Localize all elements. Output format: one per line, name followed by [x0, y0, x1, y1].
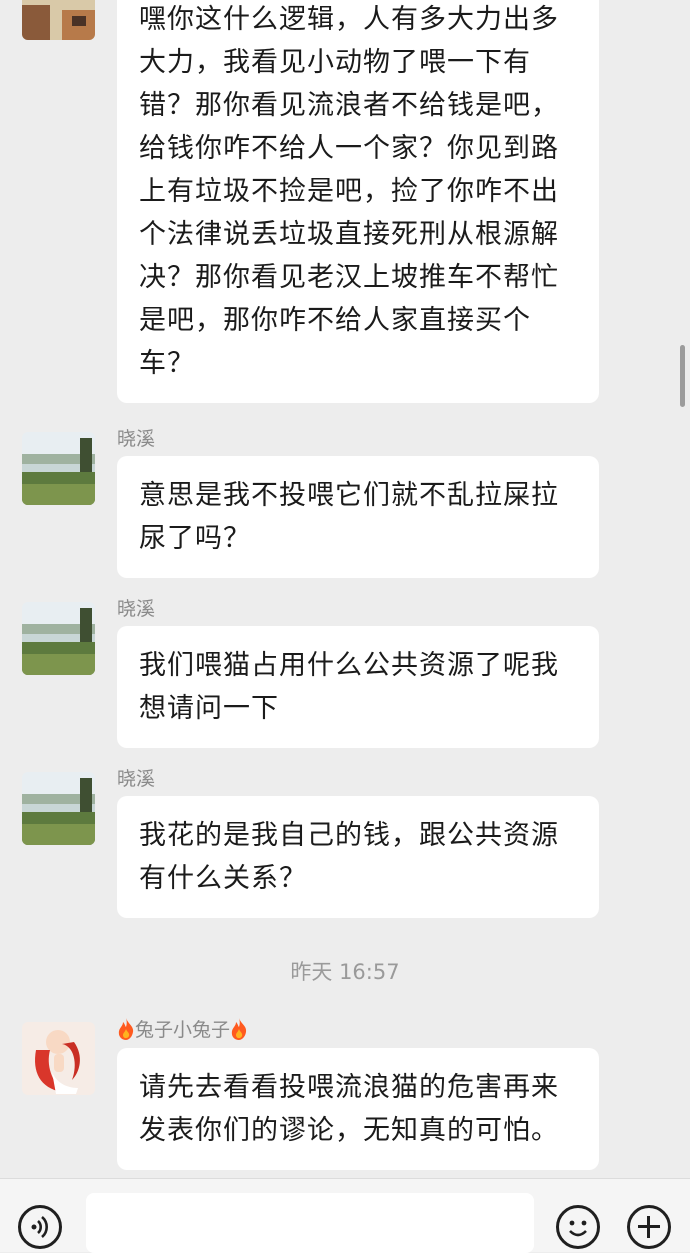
- fire-icon: [118, 1018, 134, 1040]
- voice-icon: [31, 1216, 48, 1238]
- input-bar: [0, 1178, 690, 1253]
- sender-name-text: 兔子小兔子: [135, 1019, 231, 1041]
- sender-name: 晓溪: [117, 598, 156, 620]
- avatar[interactable]: [22, 0, 95, 40]
- plus-button[interactable]: [627, 1205, 671, 1249]
- mermaid-avatar-image: [22, 1022, 95, 1095]
- sender-name: 兔子小兔子: [117, 1018, 248, 1041]
- message-text: 我花的是我自己的钱，跟公共资源有什么关系？: [139, 820, 559, 894]
- chat-timestamp: 昨天 16:57: [290, 960, 400, 984]
- sender-name: 晓溪: [117, 428, 156, 450]
- message-bubble[interactable]: 请先去看看投喂流浪猫的危害再来发表你们的谬论，无知真的可怕。: [117, 1048, 599, 1170]
- message-text: 我们喂猫占用什么公共资源了呢我想请问一下: [139, 650, 559, 724]
- avatar[interactable]: [22, 602, 95, 675]
- message-text: 意思是我不投喂它们就不乱拉屎拉尿了吗？: [139, 480, 559, 554]
- avatar[interactable]: [22, 432, 95, 505]
- avatar[interactable]: [22, 772, 95, 845]
- fire-icon: [231, 1018, 247, 1040]
- avatar[interactable]: [22, 1022, 95, 1095]
- message-text: 请先去看看投喂流浪猫的危害再来发表你们的谬论，无知真的可怕。: [139, 1072, 559, 1146]
- landscape-avatar-image: [22, 772, 95, 845]
- landscape-avatar-image: [22, 602, 95, 675]
- message-bubble[interactable]: 我们喂猫占用什么公共资源了呢我想请问一下: [117, 626, 599, 748]
- message-bubble[interactable]: 嘿你这什么逻辑，人有多大力出多大力，我看见小动物了喂一下有错？那你看见流浪者不给…: [117, 0, 599, 403]
- message-bubble[interactable]: 我花的是我自己的钱，跟公共资源有什么关系？: [117, 796, 599, 918]
- emoji-icon: [569, 1220, 587, 1237]
- message-bubble[interactable]: 意思是我不投喂它们就不乱拉屎拉尿了吗？: [117, 456, 599, 578]
- emoji-button[interactable]: [556, 1205, 600, 1249]
- chat-area[interactable]: 嘿你这什么逻辑，人有多大力出多大力，我看见小动物了喂一下有错？那你看见流浪者不给…: [0, 0, 690, 1178]
- sender-name: 晓溪: [117, 768, 156, 790]
- voice-button[interactable]: [18, 1205, 62, 1249]
- landscape-avatar-image: [22, 432, 95, 505]
- message-text: 嘿你这什么逻辑，人有多大力出多大力，我看见小动物了喂一下有错？那你看见流浪者不给…: [139, 4, 559, 379]
- scrollbar-thumb[interactable]: [680, 345, 685, 407]
- message-input[interactable]: [86, 1193, 534, 1253]
